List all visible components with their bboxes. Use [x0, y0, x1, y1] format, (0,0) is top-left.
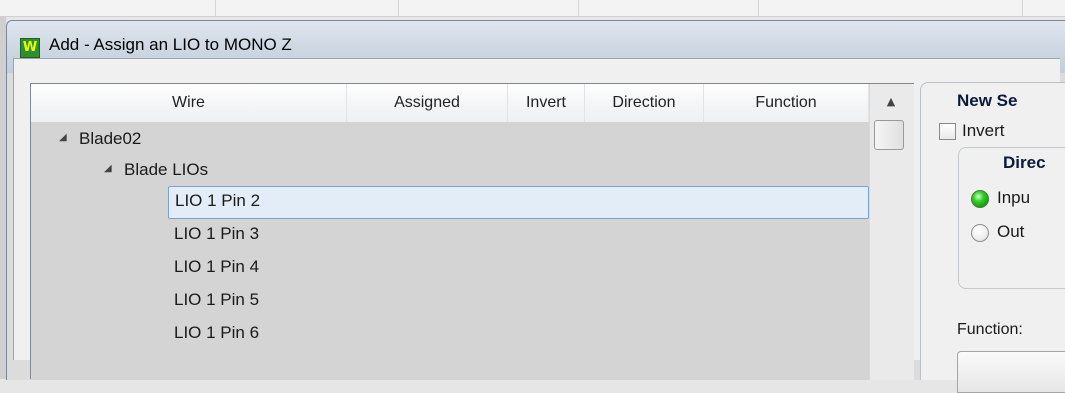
- tree-row-label: LIO 1 Pin 6: [174, 323, 260, 342]
- input-radio[interactable]: [971, 190, 989, 208]
- direction-title: Direc: [1003, 153, 1046, 172]
- background-column-divider: [758, 0, 759, 16]
- background-column-divider: [1022, 0, 1023, 16]
- column-header-wire[interactable]: Wire: [31, 84, 347, 122]
- tree-row-label: LIO 1 Pin 2: [175, 191, 261, 210]
- grid-header: Wire Assigned Invert Direction Function: [31, 84, 869, 123]
- new-settings-groupbox: New Se Invert Direc Inpu Out Function:: [920, 82, 1065, 393]
- invert-checkbox-label[interactable]: Invert: [962, 121, 1005, 141]
- tree-row-lio-1-pin-4[interactable]: LIO 1 Pin 4: [31, 252, 869, 285]
- scroll-up-arrow-icon[interactable]: ▲: [873, 86, 909, 118]
- column-header-invert[interactable]: Invert: [508, 84, 585, 122]
- function-dropdown[interactable]: [957, 351, 1065, 393]
- dialog-title: Add - Assign an LIO to MONO Z: [49, 35, 292, 54]
- background-column-divider: [398, 0, 399, 16]
- grid-rows: ◢ Blade02 ◢ Blade LIOs LIO 1 Pin 2 LIO 1…: [31, 122, 869, 380]
- direction-groupbox: Direc Inpu Out: [958, 147, 1065, 289]
- tree-row-label: Blade02: [79, 129, 142, 148]
- column-header-function[interactable]: Function: [704, 84, 869, 122]
- tree-row-label: Blade LIOs: [124, 160, 209, 179]
- background-window-strip: [0, 0, 1065, 17]
- vertical-scrollbar[interactable]: ▲: [869, 84, 914, 380]
- function-label: Function:: [957, 321, 1023, 338]
- tree-row-blade02[interactable]: ◢ Blade02: [31, 124, 869, 157]
- tree-row-lio-1-pin-6[interactable]: LIO 1 Pin 6: [31, 318, 869, 351]
- tree-row-label: LIO 1 Pin 3: [174, 224, 260, 243]
- tree-row-lio-1-pin-3[interactable]: LIO 1 Pin 3: [31, 219, 869, 252]
- app-w-icon: W: [20, 38, 40, 58]
- output-radio-label[interactable]: Out: [997, 222, 1024, 242]
- background-column-divider: [578, 0, 579, 16]
- invert-checkbox[interactable]: [939, 123, 956, 140]
- background-column-divider: [215, 0, 216, 16]
- column-header-assigned[interactable]: Assigned: [347, 84, 508, 122]
- output-radio[interactable]: [971, 224, 989, 242]
- tree-row-label: LIO 1 Pin 4: [174, 257, 260, 276]
- input-radio-label[interactable]: Inpu: [997, 188, 1030, 208]
- column-header-direction[interactable]: Direction: [585, 84, 704, 122]
- tree-row-blade-lios[interactable]: ◢ Blade LIOs: [31, 155, 869, 188]
- collapse-triangle-icon[interactable]: ◢: [59, 132, 67, 143]
- wire-tree-grid[interactable]: Wire Assigned Invert Direction Function …: [30, 83, 914, 380]
- new-settings-title: New Se: [957, 91, 1018, 110]
- tree-row-lio-1-pin-2[interactable]: LIO 1 Pin 2: [168, 186, 869, 219]
- tree-row-lio-1-pin-5[interactable]: LIO 1 Pin 5: [31, 285, 869, 318]
- scrollbar-thumb[interactable]: [874, 120, 904, 150]
- tree-row-label: LIO 1 Pin 5: [174, 290, 260, 309]
- collapse-triangle-icon[interactable]: ◢: [104, 163, 112, 174]
